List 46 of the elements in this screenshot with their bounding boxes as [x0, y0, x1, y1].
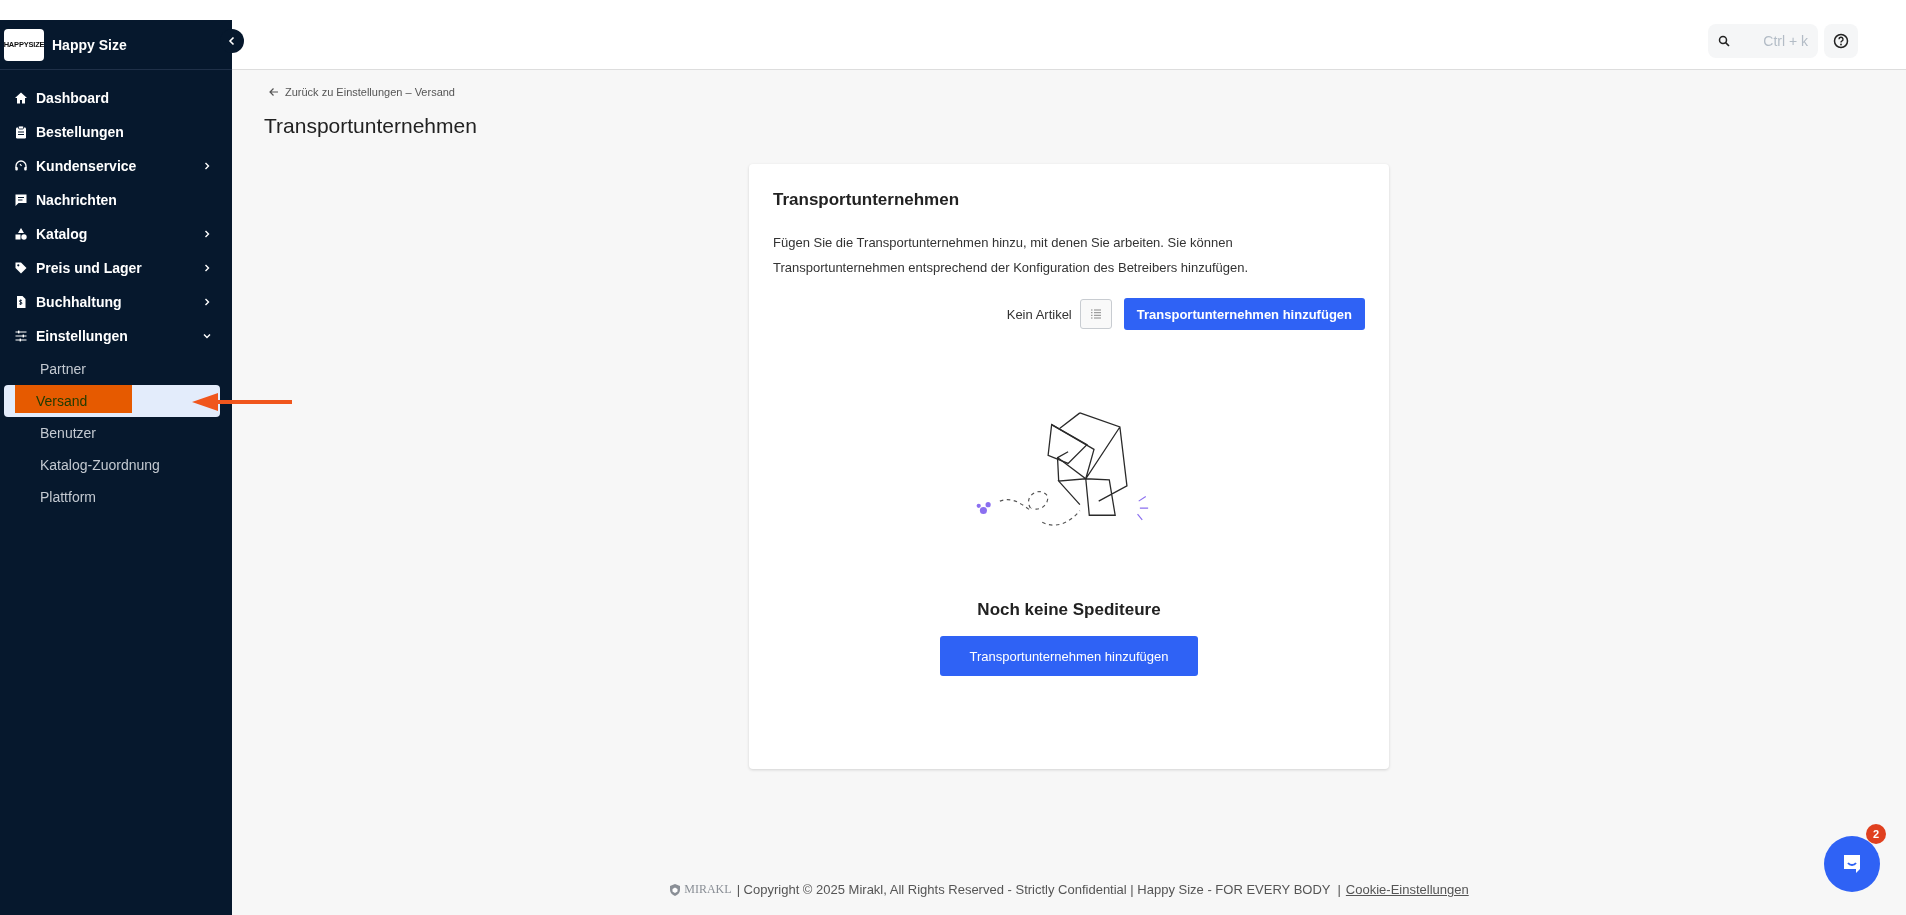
nav-subitem[interactable]: Benutzer — [4, 417, 220, 449]
sliders-icon — [14, 329, 28, 343]
item-count: Kein Artikel — [1006, 306, 1072, 322]
chat-icon — [14, 193, 28, 207]
mirakl-logo: MIRAKL — [669, 882, 732, 897]
search-icon — [1718, 34, 1730, 47]
page-title: Transportunternehmen — [264, 114, 478, 138]
chat-button[interactable] — [1824, 836, 1880, 892]
chevron-right-icon — [202, 297, 212, 307]
notification-badge: 2 — [1866, 824, 1886, 844]
search-field[interactable]: Ctrl + k — [1708, 23, 1818, 58]
chevron-right-icon — [202, 161, 212, 171]
nav-item[interactable]: Katalog — [0, 217, 232, 251]
clipboard-icon — [14, 125, 28, 139]
nav-item[interactable]: Buchhaltung — [0, 285, 232, 319]
card-description: Fügen Sie die Transportunternehmen hinzu, mit denen Sie arbeiten. Sie können Transportunternehmen entsprechend der Konfiguration des Betreibers hinzufügen. — [773, 234, 1250, 277]
add-carrier-button[interactable]: Transportunternehmen hinzufügen — [940, 636, 1198, 676]
empty-state-heading: Noch keine Spediteure — [977, 600, 1161, 620]
help-button[interactable] — [1824, 23, 1858, 58]
home-icon — [14, 91, 28, 105]
nav-subitem[interactable]: Partner — [4, 353, 220, 385]
nav-subitem[interactable]: Plattform — [4, 481, 220, 513]
chevron-right-icon — [202, 229, 212, 239]
nav-item[interactable]: Dashboard — [0, 81, 232, 115]
chevron-right-icon — [202, 263, 212, 273]
nav-subitem[interactable]: Katalog-Zuordnung — [4, 449, 220, 481]
chevron-down-icon — [202, 331, 212, 341]
arrow-left-icon — [268, 87, 279, 97]
card-title: Transportunternehmen — [773, 190, 961, 210]
nav-item[interactable]: Nachrichten — [0, 183, 232, 217]
tag-icon — [14, 261, 28, 275]
document-icon — [14, 295, 28, 309]
nav-item[interactable]: Bestellungen — [0, 115, 232, 149]
back-link[interactable]: Zurück zu Einstellungen – Versand — [268, 86, 455, 98]
cookie-settings-link[interactable]: Cookie-Einstellungen — [1345, 882, 1469, 897]
add-carrier-button[interactable]: Transportunternehmen hinzufügen — [1123, 298, 1365, 330]
chevron-left-icon — [228, 36, 236, 46]
headset-icon — [14, 159, 28, 173]
list-icon — [1089, 309, 1102, 319]
shapes-icon — [14, 227, 28, 241]
brand-name: Happy Size — [52, 36, 127, 53]
help-icon — [1833, 32, 1849, 49]
copyright-text: | Copyright © 2025 Mirakl, All Rights Reserved - Strictly Confidential | Happy Size - FOR EVERY BODY | — [736, 882, 1341, 897]
nav-item[interactable]: Kundenservice — [0, 149, 232, 183]
nav-item[interactable]: Preis und Lager — [0, 251, 232, 285]
nav-item[interactable]: Einstellungen — [0, 319, 232, 353]
